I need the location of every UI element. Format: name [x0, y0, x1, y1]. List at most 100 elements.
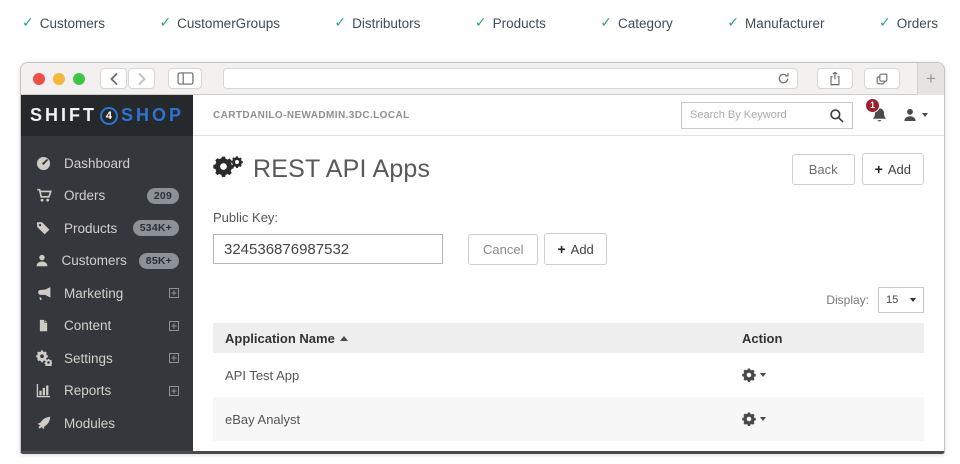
gears-icon	[35, 350, 52, 366]
address-bar[interactable]	[223, 68, 798, 89]
search-icon[interactable]	[829, 108, 844, 123]
gear-icon	[742, 368, 756, 382]
browser-toolbar: +	[21, 63, 944, 95]
sidebar-item-customers[interactable]: Customers 85K+	[21, 245, 193, 278]
sidebar-item-label: Dashboard	[64, 156, 179, 171]
sidebar-item-products[interactable]: Products 534K+	[21, 212, 193, 245]
table-header-row: Application Name Action	[213, 323, 924, 353]
public-key-input[interactable]	[213, 234, 443, 264]
qa-label: Orders	[897, 16, 938, 31]
zoom-window-button[interactable]	[73, 73, 85, 85]
qa-label: CustomerGroups	[177, 16, 280, 31]
sidebar-item-label: Marketing	[64, 286, 157, 301]
forward-nav-button[interactable]	[128, 68, 155, 89]
add-app-button[interactable]: + Add	[862, 153, 924, 185]
search-input[interactable]	[690, 109, 825, 121]
plus-icon: +	[926, 69, 936, 89]
display-count-row: Display: 15	[213, 287, 924, 313]
sidebar-item-orders[interactable]: Orders 209	[21, 180, 193, 213]
sidebar-item-label: Customers	[62, 253, 127, 268]
sidebar-nav: Dashboard Orders 209 Products 534K+	[21, 136, 193, 440]
person-icon	[35, 253, 50, 269]
add-button-label: Add	[888, 162, 911, 177]
app-name-cell: API Test App	[225, 368, 742, 383]
store-domain-breadcrumb: CARTDANILO-NEWADMIN.3DC.LOCAL	[213, 110, 410, 121]
main-panel: CARTDANILO-NEWADMIN.3DC.LOCAL 1	[193, 95, 944, 451]
qa-item-customers: ✓ Customers	[22, 15, 105, 31]
sidebar-item-label: Reports	[64, 383, 157, 398]
chevron-down-icon	[910, 298, 916, 302]
display-count-select[interactable]: 15	[878, 287, 924, 313]
qa-item-distributors: ✓ Distributors	[334, 15, 420, 31]
tab-overview-button[interactable]	[864, 68, 900, 89]
check-icon: ✓	[475, 15, 487, 31]
display-count-value: 15	[886, 294, 898, 306]
sidebar-item-settings[interactable]: Settings	[21, 342, 193, 375]
account-menu-button[interactable]	[902, 107, 928, 123]
page-title-row: REST API Apps Back + Add	[213, 148, 924, 190]
orders-count-badge: 209	[147, 188, 179, 204]
sidebar-toggle-button[interactable]	[168, 68, 202, 89]
back-nav-button[interactable]	[100, 68, 127, 89]
chevron-down-icon	[922, 113, 928, 117]
column-header-application-name[interactable]: Application Name	[225, 331, 742, 346]
page-title: REST API Apps	[253, 155, 430, 184]
tabs-icon	[875, 72, 889, 86]
column-label: Application Name	[225, 331, 335, 346]
minimize-window-button[interactable]	[53, 73, 65, 85]
sidebar-item-content[interactable]: Content	[21, 310, 193, 343]
check-icon: ✓	[600, 15, 612, 31]
reload-icon[interactable]	[777, 72, 790, 85]
sidebar: SHIFT 4 SHOP Dashboard Orders 209	[21, 95, 193, 451]
sidebar-item-label: Orders	[64, 188, 135, 203]
admin-top-bar: CARTDANILO-NEWADMIN.3DC.LOCAL 1	[193, 95, 944, 136]
qa-item-customergroups: ✓ CustomerGroups	[159, 15, 280, 31]
table-row: API Test App	[213, 353, 924, 397]
sidebar-item-dashboard[interactable]: Dashboard	[21, 147, 193, 180]
user-icon	[902, 107, 918, 123]
shift4shop-logo[interactable]: SHIFT 4 SHOP	[21, 95, 193, 136]
keyword-search-box	[681, 102, 853, 129]
sidebar-item-modules[interactable]: Modules	[21, 407, 193, 440]
column-header-action: Action	[742, 331, 912, 346]
sidebar-item-marketing[interactable]: Marketing	[21, 277, 193, 310]
sidebar-item-reports[interactable]: Reports	[21, 375, 193, 408]
qa-item-orders: ✓ Orders	[879, 15, 938, 31]
row-action-menu-button[interactable]	[742, 368, 912, 382]
back-button[interactable]: Back	[792, 154, 855, 185]
chevron-right-icon	[138, 73, 146, 85]
notifications-button[interactable]: 1	[871, 107, 888, 124]
api-apps-table: Application Name Action API Test App	[213, 323, 924, 451]
share-icon	[828, 71, 842, 86]
document-icon	[35, 318, 52, 334]
qa-label: Customers	[40, 16, 105, 31]
new-tab-button[interactable]: +	[917, 63, 944, 95]
sidebar-item-label: Modules	[64, 416, 179, 431]
confirm-add-button[interactable]: + Add	[544, 233, 606, 265]
expand-plus-icon[interactable]	[169, 321, 179, 331]
app-name-cell: eBay Analyst	[225, 412, 742, 427]
rocket-icon	[35, 415, 52, 431]
sidebar-icon	[177, 72, 194, 85]
expand-plus-icon[interactable]	[169, 386, 179, 396]
row-action-menu-button[interactable]	[742, 412, 912, 426]
admin-app: SHIFT 4 SHOP Dashboard Orders 209	[21, 95, 944, 451]
cancel-button[interactable]: Cancel	[468, 234, 538, 265]
check-icon: ✓	[879, 15, 891, 31]
bar-chart-icon	[35, 383, 52, 399]
qa-label: Manufacturer	[745, 16, 825, 31]
qa-item-category: ✓ Category	[600, 15, 673, 31]
plus-icon: +	[557, 241, 565, 257]
expand-plus-icon[interactable]	[169, 288, 179, 298]
chevron-down-icon	[760, 417, 766, 421]
qa-item-products: ✓ Products	[475, 15, 546, 31]
share-button[interactable]	[817, 68, 853, 89]
check-icon: ✓	[727, 15, 739, 31]
close-window-button[interactable]	[33, 73, 45, 85]
display-label: Display:	[826, 293, 869, 307]
logo-four-badge: 4	[100, 107, 118, 125]
gear-icon	[742, 412, 756, 426]
qa-item-manufacturer: ✓ Manufacturer	[727, 15, 824, 31]
tags-icon	[35, 220, 52, 236]
expand-plus-icon[interactable]	[169, 353, 179, 363]
